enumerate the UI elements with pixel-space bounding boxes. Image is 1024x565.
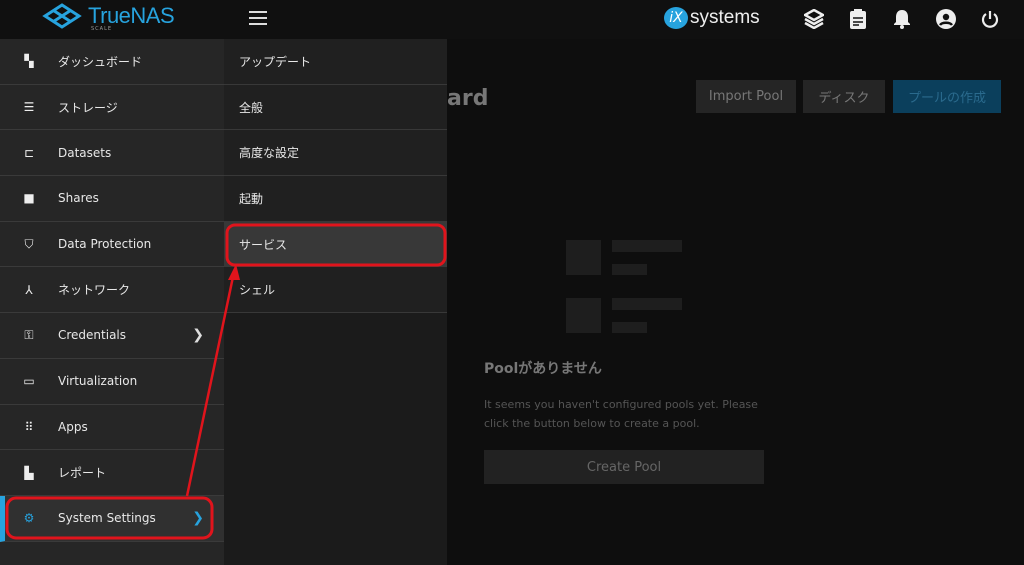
storage-icon: ☰ [23, 100, 35, 115]
import-pool-button[interactable]: Import Pool [696, 80, 796, 113]
network-icon: ⅄ [25, 282, 33, 297]
sidebar: ▚ ダッシュボード ☰ ストレージ ⊏ Datasets ■ Shares ⛉ Data … [0, 39, 224, 565]
sidebar-item-reports[interactable]: ▙ レポート [0, 450, 224, 496]
chevron-right-icon: ❯ [192, 327, 204, 344]
sidebar-item-shares[interactable]: ■ Shares [0, 176, 224, 222]
laptop-icon: ▭ [23, 374, 35, 389]
chevron-right-icon: ❯ [192, 510, 204, 527]
sidebar-item-label: System Settings [58, 511, 156, 526]
menu-toggle-button[interactable] [249, 11, 267, 25]
sidebar-item-credentials[interactable]: ⚿ Credentials ❯ [0, 313, 224, 359]
clipboard-icon[interactable] [847, 8, 869, 30]
account-icon[interactable] [935, 8, 957, 30]
disks-button[interactable]: ディスク [803, 80, 885, 113]
sidebar-item-apps[interactable]: ⠿ Apps [0, 405, 224, 451]
apps-icon: ⠿ [24, 419, 34, 434]
submenu-item-update[interactable]: アップデート [224, 39, 447, 85]
submenu-item-shell[interactable]: シェル [224, 267, 447, 314]
sidebar-item-label: ダッシュボード [58, 54, 143, 69]
ixsystems-logo[interactable]: iX systems [664, 7, 760, 29]
sidebar-item-label: Apps [58, 419, 88, 434]
datasets-icon: ⊏ [23, 145, 35, 160]
power-icon[interactable] [979, 8, 1001, 30]
system-settings-submenu: アップデート 全般 高度な設定 起動 サービス シェル [224, 39, 447, 565]
truenas-logo[interactable]: TrueNAS SCALE [42, 3, 175, 32]
submenu-item-boot[interactable]: 起動 [224, 176, 447, 222]
sidebar-item-virtualization[interactable]: ▭ Virtualization [0, 359, 224, 405]
folder-shared-icon: ■ [23, 191, 35, 206]
page-title: ard [447, 86, 487, 111]
top-bar: TrueNAS SCALE iX systems [0, 0, 1024, 39]
sidebar-item-storage[interactable]: ☰ ストレージ [0, 85, 224, 131]
truenas-logo-icon [42, 3, 82, 29]
ix-text: systems [690, 7, 760, 28]
empty-state-description: It seems you haven't configured pools ye… [484, 398, 758, 430]
sidebar-item-label: Shares [58, 191, 99, 206]
sidebar-item-label: Credentials [58, 328, 127, 343]
dashboard-icon: ▚ [24, 54, 34, 69]
bell-icon[interactable] [891, 8, 913, 30]
submenu-item-advanced[interactable]: 高度な設定 [224, 130, 447, 177]
gear-icon: ⚙ [23, 511, 35, 526]
sidebar-item-datasets[interactable]: ⊏ Datasets [0, 130, 224, 177]
sidebar-item-label: Virtualization [58, 374, 138, 389]
ix-badge: iX [664, 7, 688, 29]
sidebar-item-label: ネットワーク [58, 283, 131, 298]
submenu-item-services[interactable]: サービス [224, 221, 447, 268]
create-pool-header-button[interactable]: プールの作成 [893, 80, 1001, 113]
sidebar-item-label: レポート [58, 466, 107, 481]
sidebar-item-system-settings[interactable]: ⚙ System Settings ❯ [0, 495, 224, 542]
sidebar-item-label: Data Protection [58, 237, 152, 252]
sidebar-item-dashboard[interactable]: ▚ ダッシュボード [0, 39, 224, 85]
sidebar-item-label: Datasets [58, 145, 112, 160]
empty-state-title: Poolがありません [484, 361, 602, 377]
sidebar-item-label: ストレージ [58, 100, 118, 115]
sidebar-item-data-protection[interactable]: ⛉ Data Protection [0, 222, 224, 268]
key-icon: ⚿ [24, 327, 34, 342]
chart-icon: ▙ [24, 465, 34, 480]
submenu-item-general[interactable]: 全般 [224, 84, 447, 131]
shield-icon: ⛉ [24, 236, 34, 251]
truecommand-icon[interactable] [803, 8, 825, 30]
create-pool-button[interactable]: Create Pool [484, 450, 764, 484]
sidebar-item-network[interactable]: ⅄ ネットワーク [0, 267, 224, 314]
logo-subtext: SCALE [91, 26, 113, 32]
